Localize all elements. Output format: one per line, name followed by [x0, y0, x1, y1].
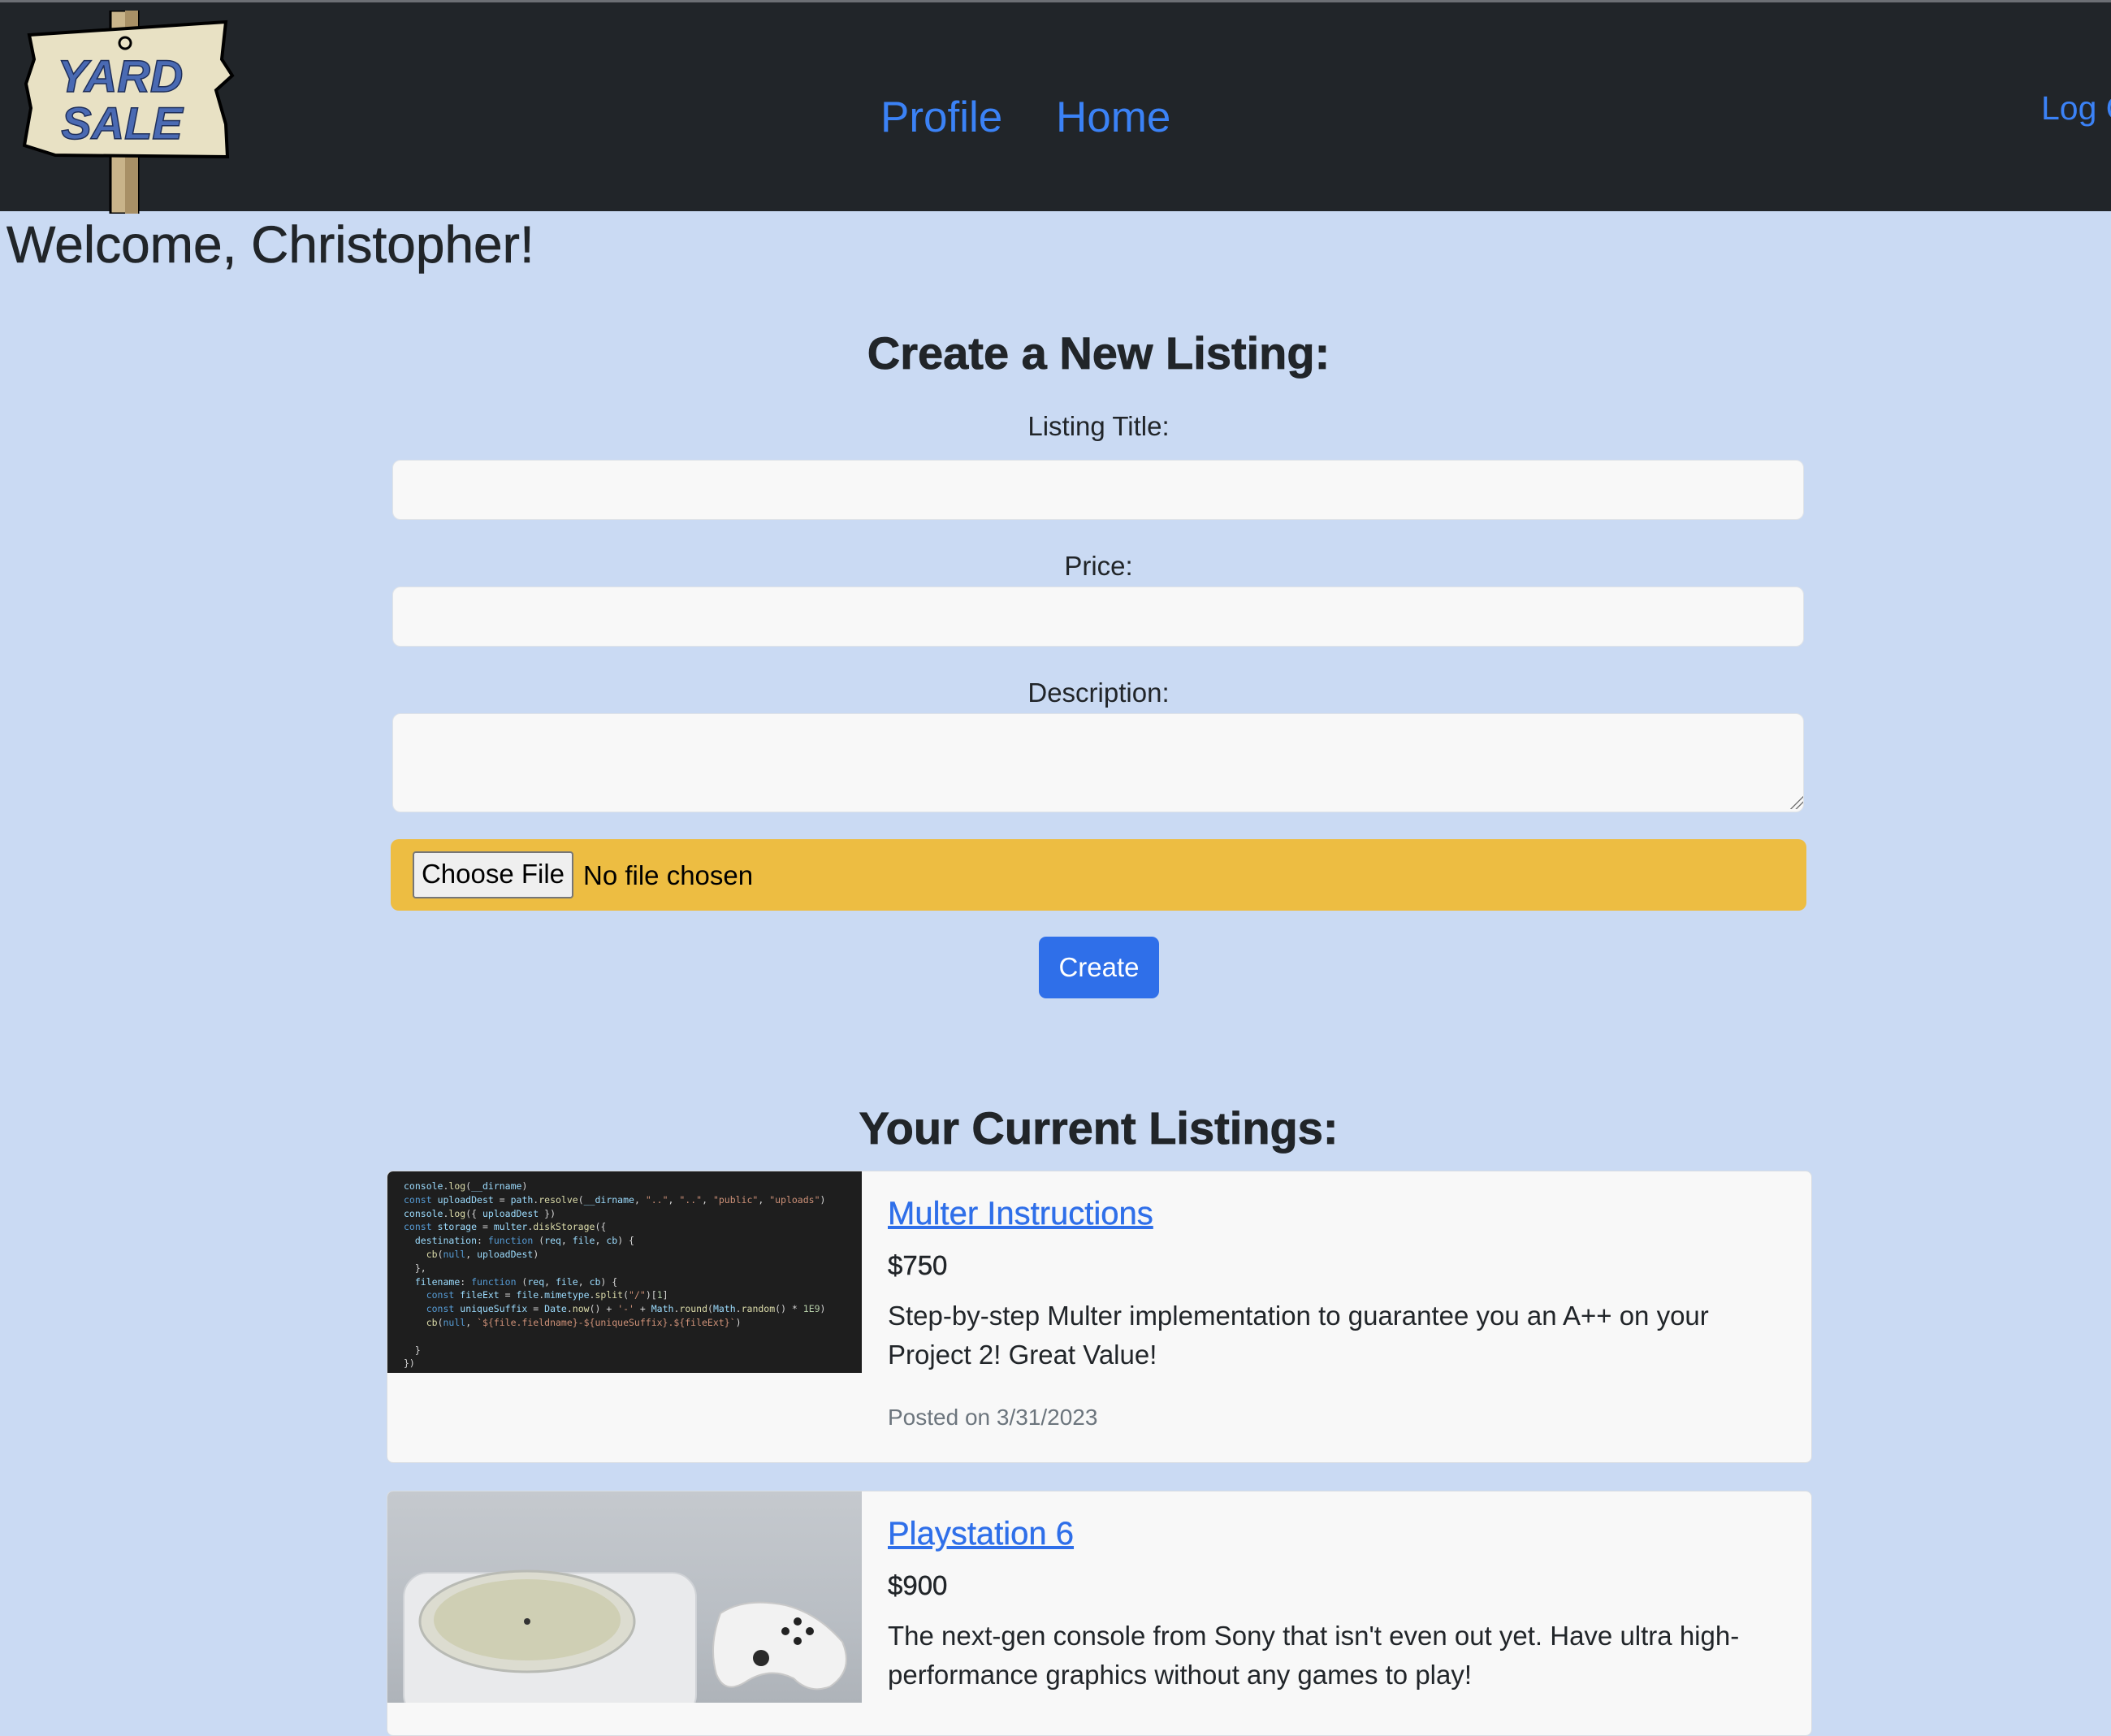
description-label: Description:: [1027, 678, 1170, 708]
listing-card: Playstation 6 $900 The next-gen console …: [387, 1491, 1812, 1736]
listing-image-code-screenshot: console.log(__dirname) const uploadDest …: [387, 1171, 862, 1373]
navbar: YARD SALE Profile Home Log Out: [0, 2, 2111, 214]
create-button[interactable]: Create: [1039, 937, 1159, 998]
nav-logout-link[interactable]: Log Out: [2041, 92, 2111, 125]
listing-posted-date: Posted on 3/31/2023: [888, 1405, 1098, 1430]
create-listing-title: Create a New Listing:: [867, 327, 1330, 379]
listing-title-link[interactable]: Playstation 6: [888, 1516, 1074, 1552]
nav-profile-link[interactable]: Profile: [880, 96, 1002, 139]
description-textarea[interactable]: [392, 713, 1804, 812]
file-upload-bar: Choose File No file chosen: [391, 839, 1806, 911]
listing-title-input[interactable]: [392, 460, 1804, 520]
resize-grip-icon[interactable]: [1790, 796, 1803, 809]
listing-description: Step-by-step Multer implementation to gu…: [888, 1301, 1709, 1370]
current-listings-title: Your Current Listings:: [859, 1102, 1339, 1154]
price-label: Price:: [1064, 551, 1133, 581]
listing-description: The next-gen console from Sony that isn'…: [888, 1621, 1740, 1690]
listing-image-console-photo: [387, 1491, 862, 1703]
price-input[interactable]: [392, 587, 1804, 647]
logo-text-yard: YARD: [58, 50, 184, 102]
logo-text-sale: SALE: [61, 97, 184, 149]
file-status-text: No file chosen: [583, 860, 754, 890]
choose-file-button[interactable]: Choose File: [413, 851, 573, 898]
listing-price: $750: [888, 1250, 948, 1280]
listing-title-label: Listing Title:: [1027, 411, 1170, 441]
listing-title-link[interactable]: Multer Instructions: [888, 1196, 1153, 1232]
listing-card: console.log(__dirname) const uploadDest …: [387, 1171, 1812, 1463]
yard-sale-logo[interactable]: YARD SALE: [23, 11, 236, 214]
listing-price: $900: [888, 1570, 948, 1600]
welcome-heading: Welcome, Christopher!: [6, 215, 534, 275]
nav-home-link[interactable]: Home: [1056, 96, 1170, 139]
